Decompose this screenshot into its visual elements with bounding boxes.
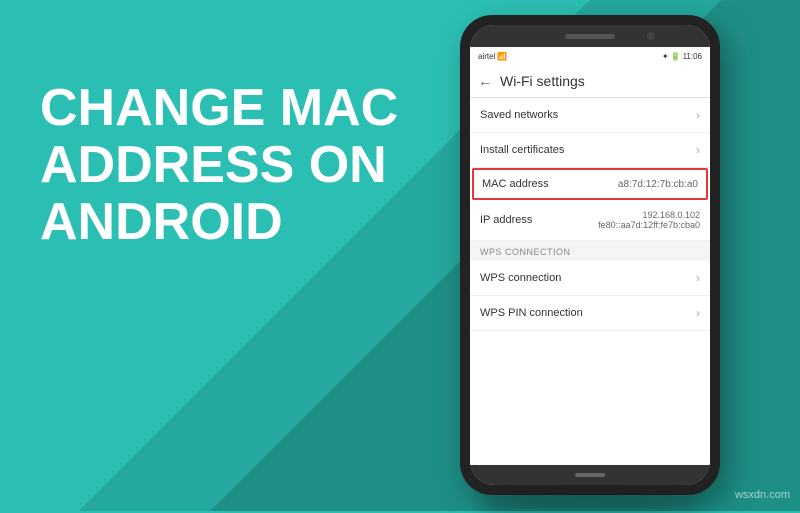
app-title: Wi-Fi settings [500, 73, 585, 89]
battery-icon: 🔋 [671, 52, 681, 61]
home-button[interactable] [575, 473, 605, 477]
wps-connection-chevron: › [696, 271, 700, 285]
heading-line2: ADDRESS ON [40, 137, 398, 194]
back-arrow-icon[interactable]: ← [478, 73, 492, 89]
saved-networks-chevron: › [696, 108, 700, 122]
watermark: wsxdn.com [735, 489, 790, 501]
settings-item-ip-address: IP address 192.168.0.102fe80::aa7d:12ff:… [470, 200, 710, 241]
phone-camera [647, 32, 655, 40]
settings-item-saved-networks[interactable]: Saved networks › [470, 98, 710, 133]
signal-icon: 📶 [497, 52, 507, 61]
heading-line3: ANDROID [40, 194, 398, 251]
settings-item-wps-connection[interactable]: WPS connection › [470, 261, 710, 296]
phone-top-bar [470, 25, 710, 47]
phone-screen: airtel 📶 ✦ 🔋 11:06 ← Wi-Fi settings Save… [470, 25, 710, 485]
carrier-text: airtel [478, 52, 495, 61]
time-display: 11:06 [683, 52, 702, 61]
phone-wrapper: airtel 📶 ✦ 🔋 11:06 ← Wi-Fi settings Save… [460, 15, 720, 495]
main-heading: CHANGE MAC ADDRESS ON ANDROID [40, 80, 398, 252]
status-bar: airtel 📶 ✦ 🔋 11:06 [470, 47, 710, 65]
phone-speaker [565, 34, 615, 39]
install-certs-label: Install certificates [480, 144, 564, 156]
saved-networks-label: Saved networks [480, 109, 558, 121]
ip-address-label: IP address [480, 214, 532, 226]
settings-item-mac-address[interactable]: MAC address a8:7d:12:7b:cb:a0 [472, 168, 708, 200]
install-certs-chevron: › [696, 143, 700, 157]
phone-bottom-bar [470, 465, 710, 485]
ip-address-value: 192.168.0.102fe80::aa7d:12ff:fe7b:cba0 [598, 210, 700, 230]
settings-list: Saved networks › Install certificates › … [470, 98, 710, 465]
app-header: ← Wi-Fi settings [470, 65, 710, 98]
wps-section-header: WPS CONNECTION [470, 241, 710, 261]
wps-pin-chevron: › [696, 306, 700, 320]
settings-item-wps-pin[interactable]: WPS PIN connection › [470, 296, 710, 331]
wps-section-label: WPS CONNECTION [480, 247, 571, 257]
wps-connection-label: WPS connection [480, 272, 561, 284]
phone: airtel 📶 ✦ 🔋 11:06 ← Wi-Fi settings Save… [460, 15, 720, 495]
mac-address-value: a8:7d:12:7b:cb:a0 [618, 179, 698, 190]
heading-line1: CHANGE MAC [40, 80, 398, 137]
settings-item-install-certs[interactable]: Install certificates › [470, 133, 710, 168]
status-left: airtel 📶 [478, 52, 507, 61]
wps-pin-label: WPS PIN connection [480, 307, 583, 319]
status-right: ✦ 🔋 11:06 [662, 52, 702, 61]
mac-address-label: MAC address [482, 178, 549, 190]
bluetooth-icon: ✦ [662, 52, 669, 61]
